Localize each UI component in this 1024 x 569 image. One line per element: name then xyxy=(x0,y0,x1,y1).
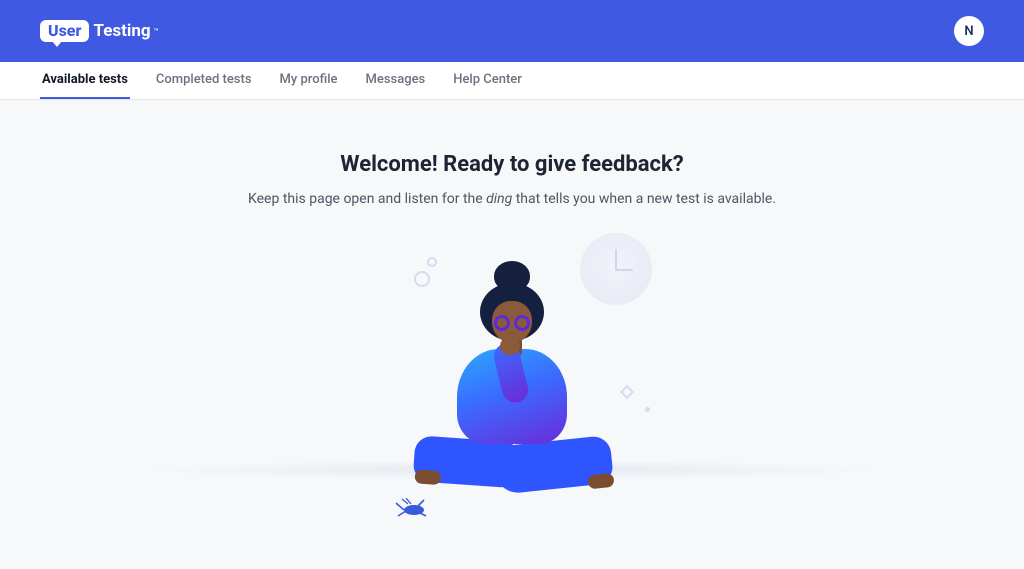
brand-logo[interactable]: User Testing ™ xyxy=(40,20,159,42)
cricket-icon xyxy=(394,497,428,517)
nav-my-profile[interactable]: My profile xyxy=(278,62,340,99)
brand-tm: ™ xyxy=(154,27,159,36)
nav-help-center[interactable]: Help Center xyxy=(451,62,524,99)
waiting-illustration xyxy=(272,227,752,547)
main-content: Welcome! Ready to give feedback? Keep th… xyxy=(0,100,1024,547)
person-hand xyxy=(500,337,520,355)
person-bun xyxy=(494,261,530,291)
glasses-icon xyxy=(494,315,530,331)
nav-completed-tests[interactable]: Completed tests xyxy=(154,62,254,99)
welcome-title: Welcome! Ready to give feedback? xyxy=(0,152,1024,177)
user-avatar[interactable]: N xyxy=(954,16,984,46)
top-bar: User Testing ™ N xyxy=(0,0,1024,62)
welcome-subtitle: Keep this page open and listen for the d… xyxy=(0,191,1024,207)
person-foot-left xyxy=(414,469,441,485)
deco-diamond xyxy=(620,385,634,399)
user-initial: N xyxy=(964,24,973,39)
brand-word: Testing xyxy=(93,21,150,41)
primary-nav: Available tests Completed tests My profi… xyxy=(0,62,1024,100)
person-foot-right xyxy=(587,473,614,490)
brand-badge: User xyxy=(40,20,89,42)
person-sitting xyxy=(402,261,622,491)
deco-dot xyxy=(645,407,650,412)
nav-messages[interactable]: Messages xyxy=(363,62,427,99)
nav-available-tests[interactable]: Available tests xyxy=(40,62,130,99)
